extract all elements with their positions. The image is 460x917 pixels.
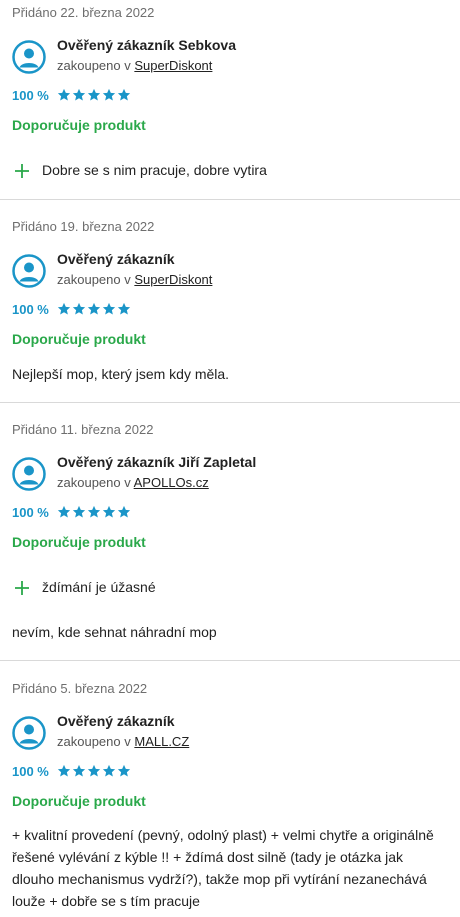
shop-link[interactable]: APOLLOs.cz <box>134 475 209 490</box>
purchase-prefix: zakoupeno v <box>57 734 131 749</box>
purchase-info: zakoupeno v APOLLOs.cz <box>57 475 209 491</box>
pro-text: ždímání je úžasné <box>42 579 156 595</box>
star-icon <box>87 302 100 315</box>
purchase-prefix: zakoupeno v <box>57 58 131 73</box>
purchase-info: zakoupeno v MALL.CZ <box>57 734 189 750</box>
pro-item: ždímání je úžasné <box>14 579 156 596</box>
rating: 100 % <box>12 763 131 779</box>
reviewer-name: Ověřený zákazník <box>57 713 175 729</box>
recommend-label: Doporučuje produkt <box>12 793 146 809</box>
rating-percent: 100 % <box>12 504 49 520</box>
star-icon <box>57 505 70 518</box>
star-rating <box>57 88 131 102</box>
star-icon <box>72 302 85 315</box>
star-icon <box>117 764 130 777</box>
star-icon <box>102 302 115 315</box>
star-icon <box>102 764 115 777</box>
star-icon <box>102 505 115 518</box>
purchase-prefix: zakoupeno v <box>57 475 131 490</box>
pro-text: Dobre se s nim pracuje, dobre vytira <box>42 162 267 178</box>
star-icon <box>72 88 85 101</box>
shop-link[interactable]: MALL.CZ <box>134 734 189 749</box>
star-rating <box>57 505 131 519</box>
purchase-prefix: zakoupeno v <box>57 272 131 287</box>
review-date: Přidáno 11. března 2022 <box>12 422 154 437</box>
star-icon <box>87 505 100 518</box>
star-icon <box>57 764 70 777</box>
review-date: Přidáno 22. března 2022 <box>12 5 155 20</box>
plus-icon <box>15 163 29 178</box>
review-date: Přidáno 5. března 2022 <box>12 681 148 696</box>
user-avatar-icon <box>12 254 46 288</box>
star-icon <box>57 88 70 101</box>
review-card: Přidáno 22. března 2022 Ověřený zákazník… <box>0 0 460 200</box>
rating: 100 % <box>12 87 131 103</box>
user-avatar-icon <box>12 457 46 491</box>
reviewer-name: Ověřený zákazník Jiří Zapletal <box>57 454 257 470</box>
recommend-label: Doporučuje produkt <box>12 117 146 133</box>
purchase-info: zakoupeno v SuperDiskont <box>57 272 212 288</box>
star-rating <box>57 302 131 316</box>
star-icon <box>117 505 130 518</box>
pro-item: Dobre se s nim pracuje, dobre vytira <box>14 162 267 179</box>
recommend-label: Doporučuje produkt <box>12 331 146 347</box>
review-text: nevím, kde sehnat náhradní mop <box>12 624 217 640</box>
review-card: Přidáno 11. března 2022 Ověřený zákazník… <box>0 403 460 661</box>
rating-percent: 100 % <box>12 301 49 317</box>
rating-percent: 100 % <box>12 87 49 103</box>
review-card: Přidáno 19. března 2022 Ověřený zákazník… <box>0 200 460 403</box>
review-text: + kvalitní provedení (pevný, odolný plas… <box>12 827 434 909</box>
star-icon <box>72 505 85 518</box>
star-icon <box>117 88 130 101</box>
reviewer-name: Ověřený zákazník <box>57 251 175 267</box>
review-card: Přidáno 5. března 2022 Ověřený zákazník … <box>0 661 460 917</box>
star-icon <box>57 302 70 315</box>
plus-icon <box>15 580 29 595</box>
reviewer-name: Ověřený zákazník Sebkova <box>57 37 236 53</box>
shop-link[interactable]: SuperDiskont <box>134 58 212 73</box>
star-icon <box>117 302 130 315</box>
rating: 100 % <box>12 504 131 520</box>
star-icon <box>87 88 100 101</box>
star-rating <box>57 764 131 778</box>
rating: 100 % <box>12 301 131 317</box>
star-icon <box>87 764 100 777</box>
recommend-label: Doporučuje produkt <box>12 534 146 550</box>
review-date: Přidáno 19. března 2022 <box>12 219 155 234</box>
user-avatar-icon <box>12 716 46 750</box>
review-text: Nejlepší mop, který jsem kdy měla. <box>12 366 230 382</box>
shop-link[interactable]: SuperDiskont <box>134 272 212 287</box>
star-icon <box>102 88 115 101</box>
rating-percent: 100 % <box>12 763 49 779</box>
star-icon <box>72 764 85 777</box>
user-avatar-icon <box>12 40 46 74</box>
purchase-info: zakoupeno v SuperDiskont <box>57 58 212 74</box>
